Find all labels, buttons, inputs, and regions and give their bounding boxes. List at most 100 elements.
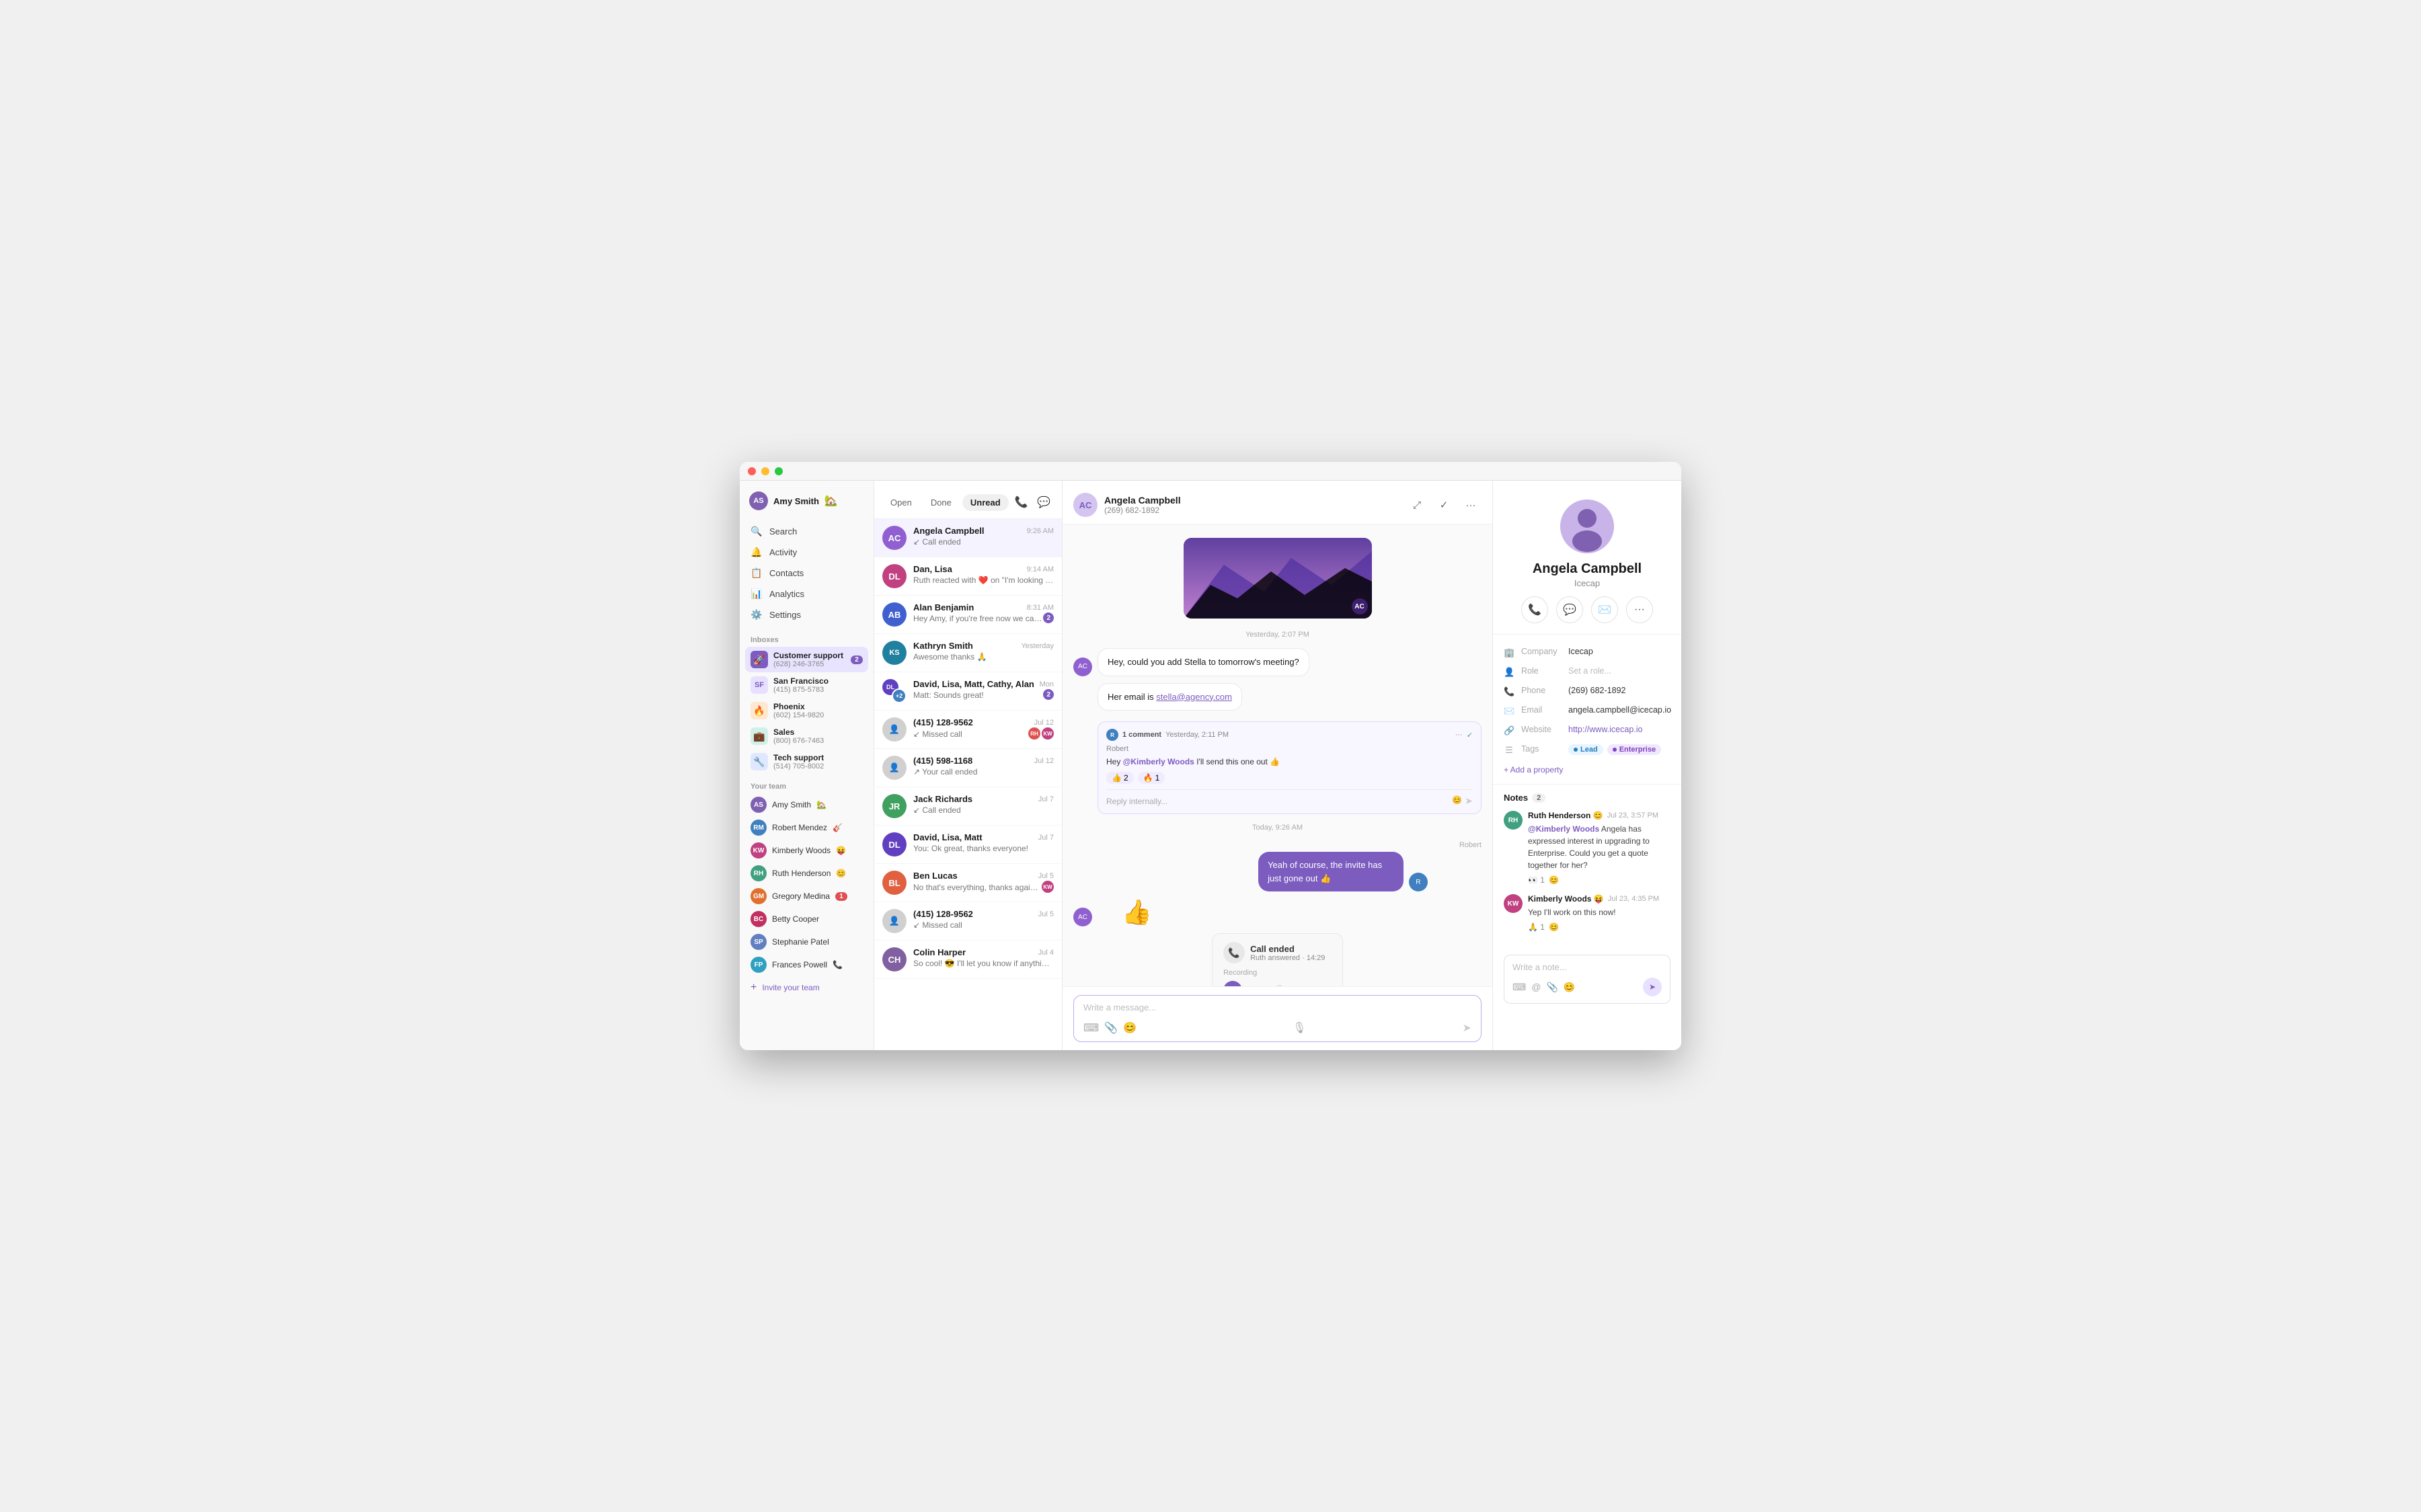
outgoing-sender-name: Robert [1459, 841, 1482, 849]
tag-label-enterprise: Enterprise [1619, 746, 1656, 754]
close-button[interactable] [748, 467, 756, 475]
team-member-robert-mendez[interactable]: RM Robert Mendez 🎸 [745, 816, 868, 839]
email-link[interactable]: stella@agency.com [1156, 692, 1232, 702]
detail-phone-value: (269) 682-1892 [1568, 686, 1670, 695]
inbox-info-sales: Sales (800) 676-7463 [773, 727, 863, 745]
note-item-1: RH Ruth Henderson 😊 Jul 23, 3:57 PM @Kim… [1504, 811, 1670, 885]
conv-item-david-lisa-matt[interactable]: DL David, Lisa, Matt Jul 7 You: Ok great… [874, 826, 1062, 864]
conv-item-angela-campbell[interactable]: AC Angela Campbell 9:26 AM ↙ Call ended [874, 519, 1062, 557]
invite-team-button[interactable]: + Invite your team [745, 978, 868, 998]
conv-item-phone-2[interactable]: 👤 (415) 598-1168 Jul 12 ↗ Your call ende… [874, 749, 1062, 787]
chat-header-avatar: AC [1073, 493, 1098, 517]
reply-emoji-icon[interactable]: 😊 [1452, 795, 1462, 807]
emoji-icon[interactable]: 😊 [1123, 1021, 1137, 1035]
conv-item-ben-lucas[interactable]: BL Ben Lucas Jul 5 No that's everything,… [874, 864, 1062, 902]
thread-check-icon[interactable]: ✓ [1467, 731, 1473, 740]
reply-text: Hey @Kimberly Woods I'll send this one o… [1106, 756, 1473, 768]
note-attach-icon[interactable]: 📎 [1546, 982, 1558, 993]
maximize-button[interactable] [775, 467, 783, 475]
team-member-gregory-medina[interactable]: GM Gregory Medina 1 [745, 885, 868, 908]
more-action-button[interactable]: ··· [1626, 596, 1653, 623]
inbox-customer-support[interactable]: 🚀 Customer support (628) 246-3765 2 [745, 647, 868, 672]
chat-input-placeholder[interactable]: Write a message... [1083, 1002, 1471, 1016]
chat-input-box[interactable]: Write a message... ⌨ 📎 😊 🎙 ➤ [1073, 995, 1482, 1042]
check-icon[interactable]: ✓ [1433, 494, 1455, 516]
reply-send-icon[interactable]: ➤ [1465, 795, 1473, 807]
send-button[interactable]: ➤ [1463, 1021, 1471, 1035]
notes-header: Notes 2 [1504, 793, 1670, 803]
call-ended-title: Call ended [1250, 944, 1325, 954]
note-send-button[interactable]: ➤ [1643, 978, 1662, 996]
note-input-placeholder[interactable]: Write a note... [1512, 962, 1662, 972]
sidebar-item-search[interactable]: 🔍 Search [745, 521, 868, 542]
attachment-icon[interactable]: 📎 [1104, 1021, 1118, 1035]
note-emoji-icon[interactable]: 😊 [1564, 982, 1575, 993]
new-chat-icon[interactable]: 💬 [1034, 491, 1054, 513]
play-button[interactable]: ▶ [1223, 981, 1242, 986]
thread-more-icon[interactable]: ··· [1455, 731, 1463, 739]
inbox-san-francisco[interactable]: SF San Francisco (415) 875-5783 [745, 672, 868, 698]
sidebar-user[interactable]: AS Amy Smith 🏡 [740, 486, 874, 518]
sidebar-item-contacts[interactable]: 📋 Contacts [745, 563, 868, 584]
note-at-icon[interactable]: @ [1531, 982, 1541, 992]
team-avatar-kimberly-woods: KW [751, 842, 767, 859]
detail-role-value[interactable]: Set a role... [1568, 666, 1670, 676]
note-reaction-smile-2[interactable]: 😊 [1549, 922, 1559, 932]
sidebar-item-analytics[interactable]: 📊 Analytics [745, 584, 868, 604]
team-member-amy-smith[interactable]: AS Amy Smith 🏡 [745, 793, 868, 816]
call-action-button[interactable]: 📞 [1521, 596, 1548, 623]
inbox-sales[interactable]: 💼 Sales (800) 676-7463 [745, 723, 868, 749]
conv-item-phone-1[interactable]: 👤 (415) 128-9562 Jul 12 ↙ Missed call RH… [874, 711, 1062, 749]
audio-input-icon[interactable]: 🎙 [1293, 1021, 1306, 1035]
tag-dot-enterprise [1613, 748, 1617, 752]
invite-team-label: Invite your team [762, 983, 819, 992]
conv-item-phone-3[interactable]: 👤 (415) 128-9562 Jul 5 ↙ Missed call [874, 902, 1062, 941]
sidebar-item-settings[interactable]: ⚙️ Settings [745, 604, 868, 625]
note-reaction-eyes[interactable]: 👀 1 [1528, 875, 1545, 885]
team-member-kimberly-woods[interactable]: KW Kimberly Woods 😝 [745, 839, 868, 862]
conv-item-david-group[interactable]: DL +2 David, Lisa, Matt, Cathy, Alan Mon… [874, 672, 1062, 711]
tag-enterprise[interactable]: Enterprise [1607, 744, 1661, 755]
email-action-button[interactable]: ✉️ [1591, 596, 1618, 623]
reaction-thumbs[interactable]: 👍 2 [1106, 772, 1134, 784]
tag-lead[interactable]: Lead [1568, 744, 1603, 755]
image-msg-container: AC [1184, 538, 1372, 619]
conv-item-jack-richards[interactable]: JR Jack Richards Jul 7 ↙ Call ended [874, 787, 1062, 826]
team-member-frances-powell[interactable]: FP Frances Powell 📞 [745, 953, 868, 976]
conv-preview-phone-1: ↙ Missed call [913, 729, 1028, 739]
conv-preview-alan-benjamin: Hey Amy, if you're free now we can ju... [913, 614, 1043, 623]
note-reaction-prayer[interactable]: 🙏 1 [1528, 922, 1545, 932]
team-member-ruth-henderson[interactable]: RH Ruth Henderson 😊 [745, 862, 868, 885]
sidebar-item-activity[interactable]: 🔔 Activity [745, 542, 868, 563]
note-text-2: Yep I'll work on this now! [1528, 906, 1670, 918]
minimize-button[interactable] [761, 467, 769, 475]
conv-item-alan-benjamin[interactable]: AB Alan Benjamin 8:31 AM Hey Amy, if you… [874, 596, 1062, 634]
conv-item-colin-harper[interactable]: CH Colin Harper Jul 4 So cool! 😎 I'll le… [874, 941, 1062, 979]
contact-company: Icecap [1574, 578, 1600, 588]
conv-item-dan-lisa[interactable]: DL Dan, Lisa 9:14 AM Ruth reacted with ❤… [874, 557, 1062, 596]
note-format-icon[interactable]: ⌨ [1512, 982, 1526, 993]
team-avatar-stephanie-patel: SP [751, 934, 767, 950]
team-label: Your team [740, 774, 874, 793]
team-member-stephanie-patel[interactable]: SP Stephanie Patel [745, 930, 868, 953]
inbox-tech-support[interactable]: 🔧 Tech support (514) 705-8002 [745, 749, 868, 774]
conv-item-kathryn-smith[interactable]: KS Kathryn Smith Yesterday Awesome thank… [874, 634, 1062, 672]
detail-website-value[interactable]: http://www.icecap.io [1568, 725, 1670, 734]
note-input-area[interactable]: Write a note... ⌨ @ 📎 😊 ➤ [1504, 955, 1670, 1004]
tab-done[interactable]: Done [923, 494, 960, 511]
chat-action-button[interactable]: 💬 [1556, 596, 1583, 623]
team-member-betty-cooper[interactable]: BC Betty Cooper [745, 908, 868, 930]
inbox-phoenix[interactable]: 🔥 Phoenix (602) 154-9820 [745, 698, 868, 723]
msg-avatar-contact: AC [1073, 658, 1092, 676]
add-property-button[interactable]: + Add a property [1504, 760, 1670, 776]
note-reaction-smile-1[interactable]: 😊 [1549, 875, 1559, 885]
reaction-fire[interactable]: 🔥 1 [1138, 772, 1165, 784]
image-placeholder [1184, 538, 1372, 619]
tab-unread[interactable]: Unread [962, 494, 1009, 511]
format-icon[interactable]: ⌨ [1083, 1021, 1099, 1035]
expand-icon[interactable]: ⤢ [1406, 494, 1428, 516]
more-options-icon[interactable]: ··· [1460, 494, 1482, 516]
tab-open[interactable]: Open [882, 494, 920, 511]
chat-header-info: Angela Campbell (269) 682-1892 [1104, 495, 1399, 515]
new-call-icon[interactable]: 📞 [1011, 491, 1032, 513]
